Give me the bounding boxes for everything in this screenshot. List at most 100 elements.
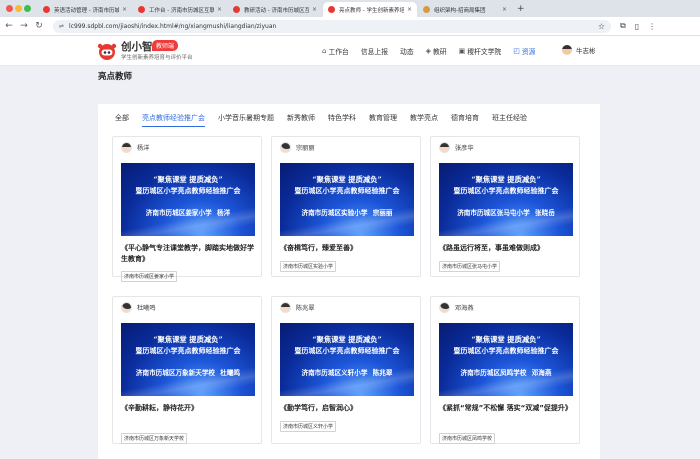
video-banner[interactable]: “聚焦课堂 提质减负” 暨历城区小学亮点教师经验推广会 济南市历城区实验小学 宗丽丽 [280,163,414,236]
address-bar[interactable]: ⇌ lc999.sdpbl.com/jiaoshi/index.html#/ng… [53,19,611,33]
bookmark-star-icon[interactable]: ☆ [598,22,605,31]
school-tag: 济南市历城区万象新天学校 [121,433,188,444]
robot-logo-icon[interactable] [97,41,117,61]
url-text: lc999.sdpbl.com/jiaoshi/index.html#/ng/x… [69,22,277,30]
card-title[interactable]: 《奋楫笃行，臻爱至善》 [280,243,418,254]
sidebar-icon[interactable]: ▯ [635,22,639,31]
school-tag: 济南市历城区义轩小学 [280,421,337,432]
avatar [280,302,291,313]
category-tab[interactable]: 全部 [115,113,129,127]
reload-icon[interactable]: ↻ [33,21,45,31]
nav-resources[interactable]: ◰ 资源 [513,36,535,66]
browser-menu-icon[interactable]: ⋮ [648,22,656,31]
favicon-icon [423,6,430,13]
tab-title: 教研活动 - 济南市历城区互联互... [244,7,309,14]
category-tab[interactable]: 班主任经验 [492,113,527,127]
nav-label: 动态 [400,48,414,56]
category-tab[interactable]: 教育管理 [369,113,397,127]
back-icon[interactable]: ← [3,21,15,31]
favicon-icon [43,6,50,13]
browser-tab[interactable]: 组织架构-招商局集团 × [418,2,512,17]
browser-tab[interactable]: 亮点教师 - 学生创新素养培育与...× [323,2,417,17]
teacher-card[interactable]: 宗丽丽 “聚焦课堂 提质减负” 暨历城区小学亮点教师经验推广会 济南市历城区实验小学 … [271,136,421,277]
brand-name[interactable]: 创小智 [121,39,153,54]
video-banner[interactable]: “聚焦课堂 提质减负” 暨历城区小学亮点教师经验推广会 济南市历城区义轩小学 陈兆翠 [280,323,414,396]
banner-line-1: “聚焦课堂 提质减负” [312,175,382,184]
card-author: 陈兆翠 [280,302,315,313]
nav-academy[interactable]: ▣ 稷杆文学院 [459,36,502,66]
school-tag: 济南市历城区姜家小学 [121,271,178,282]
card-title[interactable]: 《辛勤耕耘，静待花开》 [121,403,259,414]
banner-line-2: 暨历城区小学亮点教师经验推广会 [453,186,559,195]
card-author: 杨洋 [121,142,149,153]
category-tab[interactable]: 德育培育 [451,113,479,127]
tab-title: 工作台 - 济南市历城区互联互动... [149,7,214,14]
video-banner[interactable]: “聚焦课堂 提质减负” 暨历城区小学亮点教师经验推广会 济南市历城区张马屯小学 张晓… [439,163,573,236]
nav-dynamics[interactable]: 动态 [400,36,414,66]
tab-title: 英语活动管理 - 济南市历城区二... [54,7,119,14]
user-name: 牛志彬 [576,47,596,55]
window-close-button[interactable] [6,5,13,12]
home-icon: ⌂ [322,47,327,55]
school-tag: 济南市历城区实验小学 [280,261,337,272]
close-tab-icon[interactable]: × [122,6,127,13]
video-banner[interactable]: “聚焦课堂 提质减负” 暨历城区小学亮点教师经验推广会 济南市历城区姜家小学 杨洋 [121,163,255,236]
card-title[interactable]: 《紧抓“常规”不松懈 落实“双减”促提升》 [439,403,577,414]
nav-research[interactable]: ◈ 教研 [426,36,447,66]
tab-title: 组织架构-招商局集团 [434,7,486,14]
nav-label: 稷杆文学院 [467,48,502,56]
category-tab[interactable]: 小学音乐暑期专题 [218,113,274,127]
extensions-icon[interactable]: ⧉ [620,21,626,31]
card-title[interactable]: 《勤学笃行，启智润心》 [280,403,418,414]
avatar [121,142,132,153]
teacher-card[interactable]: 陈兆翠 “聚焦课堂 提质减负” 暨历城区小学亮点教师经验推广会 济南市历城区义轩小学 … [271,296,421,444]
browser-tab[interactable]: 工作台 - 济南市历城区互联互动...× [133,2,227,17]
video-banner[interactable]: “聚焦课堂 提质减负” 暨历城区小学亮点教师经验推广会 济南市历城区凤鸣学校 邓海燕 [439,323,573,396]
banner-line-3: 济南市历城区凤鸣学校 邓海燕 [460,369,552,377]
video-banner[interactable]: “聚焦课堂 提质减负” 暨历城区小学亮点教师经验推广会 济南市历城区万象新天学校 杜… [121,323,255,396]
nav-label: 资源 [521,48,536,56]
teacher-name: 张彦华 [455,145,474,152]
nav-workbench[interactable]: ⌂ 工作台 [322,36,349,66]
browser-tab[interactable]: 教研活动 - 济南市历城区互联互...× [228,2,322,17]
close-tab-icon[interactable]: × [502,6,507,13]
teacher-card[interactable]: 邓海燕 “聚焦课堂 提质减负” 暨历城区小学亮点教师经验推广会 济南市历城区凤鸣学校 … [430,296,580,444]
category-tab[interactable]: 特色学科 [328,113,356,127]
avatar [121,302,132,313]
banner-line-1: “聚焦课堂 提质减负” [312,335,382,344]
teacher-card[interactable]: 张彦华 “聚焦课堂 提质减负” 暨历城区小学亮点教师经验推广会济南市历城区张马屯小学… [430,136,580,277]
banner-line-2: 暨历城区小学亮点教师经验推广会 [453,346,559,355]
school-tag: 济南市历城区张马屯小学 [439,261,501,272]
category-tab[interactable]: 亮点教师经验推广会 [142,113,205,127]
user-menu[interactable]: 牛志彬 [562,45,596,55]
card-title[interactable]: 《路虽远行将至，事虽难做则成》 [439,243,577,254]
school-tag: 济南市历城区凤鸣学校 [439,433,496,444]
favicon-icon [138,6,145,13]
favicon-icon [328,6,335,13]
teacher-name: 杜曦鸣 [137,305,156,312]
card-author: 张彦华 [439,142,474,153]
browser-tab[interactable]: 英语活动管理 - 济南市历城区二...× [38,2,132,17]
browser-toolbar: ← → ↻ ⇌ lc999.sdpbl.com/jiaoshi/index.ht… [0,17,700,36]
banner-line-1: “聚焦课堂 提质减负” [471,175,541,184]
site-info-icon[interactable]: ⇌ [59,23,64,30]
category-tab[interactable]: 教学亮点 [410,113,438,127]
card-title[interactable]: 《平心静气专注课堂教学，脚踏实地做好学生教育》 [121,243,259,265]
nav-info-report[interactable]: 信息上报 [361,36,388,66]
avatar [562,45,572,55]
category-tabs: 全部 亮点教师经验推广会 小学音乐暑期专题 新秀教师 特色学科 教育管理 教学亮点 德育培育班… [115,113,540,127]
close-tab-icon[interactable]: × [407,6,412,13]
close-tab-icon[interactable]: × [217,6,222,13]
teacher-card[interactable]: 杨洋 “聚焦课堂 提质减负” 暨历城区小学亮点教师经验推广会 济南市历城区姜家小学 杨… [112,136,262,282]
new-tab-button[interactable]: + [517,2,525,17]
teacher-card[interactable]: 杜曦鸣 “聚焦课堂 提质减负” 暨历城区小学亮点教师经验推广会 济南市历城区万象新天学… [112,296,262,444]
web-page: 创小智 教师端 学生创新素养培育与评价平台 ⌂ 工作台 信息上报 动态 ◈ 教研 ▣ 稷杆文学… [0,36,700,459]
page-title: 亮点教师 [98,72,133,82]
category-tab[interactable]: 新秀教师 [287,113,315,127]
close-tab-icon[interactable]: × [312,6,317,13]
banner-line-3: 济南市历城区实验小学 宗丽丽 [301,209,393,217]
window-zoom-button[interactable] [24,5,31,12]
banner-line-1: “聚焦课堂 提质减负” [471,335,541,344]
window-minimize-button[interactable] [15,5,22,12]
forward-icon[interactable]: → [18,21,30,31]
